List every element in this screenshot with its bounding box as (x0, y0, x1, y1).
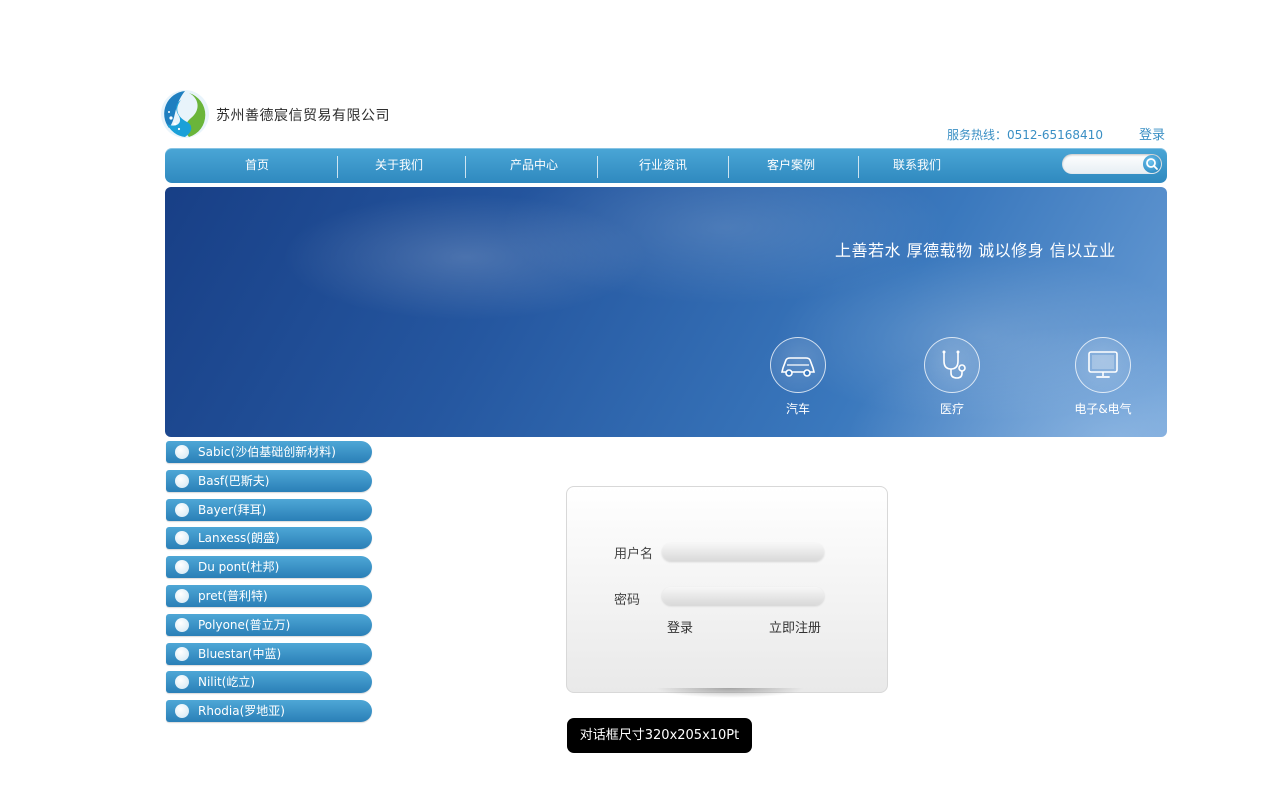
search-button[interactable] (1143, 155, 1161, 173)
nav-separator (337, 156, 338, 178)
brand-item-polyone[interactable]: Polyone(普立万) (166, 613, 372, 636)
login-dialog: 用户名 密码 登录 立即注册 (566, 486, 888, 693)
industry-electronics[interactable]: 电子&电气 (1073, 337, 1133, 417)
nav-item-products[interactable]: 产品中心 (510, 148, 558, 183)
hero-banner: 上善若水 厚德载物 诚以修身 信以立业 汽车 医疗 电子&电气 (165, 187, 1167, 437)
username-input[interactable] (662, 543, 824, 561)
brand-label: Basf(巴斯夫) (198, 473, 270, 488)
brand-label: Rhodia(罗地亚) (198, 704, 285, 719)
brand-label: pret(普利特) (198, 588, 268, 603)
banner-slogan: 上善若水 厚德载物 诚以修身 信以立业 (835, 241, 1116, 260)
industry-automotive[interactable]: 汽车 (768, 337, 828, 417)
bullet-icon (175, 560, 189, 575)
brand-label: Sabic(沙伯基础创新材料) (198, 445, 336, 459)
search-box (1062, 154, 1162, 174)
brand-label: Nilit(屹立) (198, 675, 256, 690)
company-name: 苏州善德宸信贸易有限公司 (216, 108, 390, 124)
bullet-icon (175, 502, 189, 517)
brand-label: Du pont(杜邦) (198, 560, 280, 575)
dialog-shadow (655, 688, 805, 698)
service-hotline: 服务热线：0512-65168410 (947, 128, 1103, 142)
username-label: 用户名 (614, 547, 654, 562)
top-login-link[interactable]: 登录 (1139, 124, 1165, 143)
brand-list: Sabic(沙伯基础创新材料) Basf(巴斯夫) Bayer(拜耳) Lanx… (166, 441, 372, 729)
brand-item-sabic[interactable]: Sabic(沙伯基础创新材料) (166, 441, 372, 463)
page: 苏州善德宸信贸易有限公司 服务热线：0512-65168410 登录 首页 关于… (0, 0, 1280, 800)
nav-separator (465, 156, 466, 178)
industry-medical[interactable]: 医疗 (922, 337, 982, 417)
brand-item-bluestar[interactable]: Bluestar(中蓝) (166, 642, 372, 665)
brand-item-rhodia[interactable]: Rhodia(罗地亚) (166, 700, 372, 723)
nav-separator (597, 156, 598, 178)
industry-label: 汽车 (785, 402, 810, 416)
bullet-icon (175, 617, 189, 632)
industry-label: 电子&电气 (1074, 402, 1132, 416)
brand-item-bayer[interactable]: Bayer(拜耳) (166, 498, 372, 521)
bullet-icon (175, 445, 189, 459)
brand-item-nilit[interactable]: Nilit(屹立) (166, 671, 372, 694)
brand-item-pret[interactable]: pret(普利特) (166, 584, 372, 607)
industry-label: 医疗 (939, 402, 964, 416)
brand-label: Bayer(拜耳) (198, 502, 267, 517)
brand-item-basf[interactable]: Basf(巴斯夫) (166, 469, 372, 492)
password-label: 密码 (614, 593, 641, 608)
monitor-icon (1075, 337, 1131, 393)
nav-item-contact[interactable]: 联系我们 (893, 148, 941, 183)
bullet-icon (175, 675, 189, 690)
nav-separator (728, 156, 729, 178)
brand-label: Bluestar(中蓝) (198, 646, 282, 661)
nav-item-about[interactable]: 关于我们 (375, 148, 423, 183)
login-button[interactable]: 登录 (667, 617, 693, 636)
brand-label: Polyone(普立万) (198, 617, 291, 632)
search-icon (1146, 158, 1158, 170)
stethoscope-icon (924, 337, 980, 393)
search-input[interactable] (1062, 155, 1142, 173)
company-logo-icon[interactable] (159, 88, 211, 140)
main-nav-bar: 首页 关于我们 产品中心 行业资讯 客户案例 联系我们 (165, 148, 1167, 183)
register-link[interactable]: 立即注册 (769, 617, 821, 636)
brand-label: Lanxess(朗盛) (198, 531, 280, 546)
brand-item-lanxess[interactable]: Lanxess(朗盛) (166, 527, 372, 550)
nav-item-home[interactable]: 首页 (245, 148, 269, 183)
bullet-icon (175, 588, 189, 603)
bullet-icon (175, 473, 189, 488)
bullet-icon (175, 704, 189, 719)
password-input[interactable] (662, 587, 824, 605)
brand-item-dupont[interactable]: Du pont(杜邦) (166, 556, 372, 579)
car-icon (770, 337, 826, 393)
nav-separator (858, 156, 859, 178)
nav-item-cases[interactable]: 客户案例 (767, 148, 815, 183)
nav-item-news[interactable]: 行业资讯 (639, 148, 687, 183)
bullet-icon (175, 646, 189, 661)
dialog-size-note: 对话框尺寸320x205x10Pt (567, 718, 752, 753)
bullet-icon (175, 531, 189, 546)
